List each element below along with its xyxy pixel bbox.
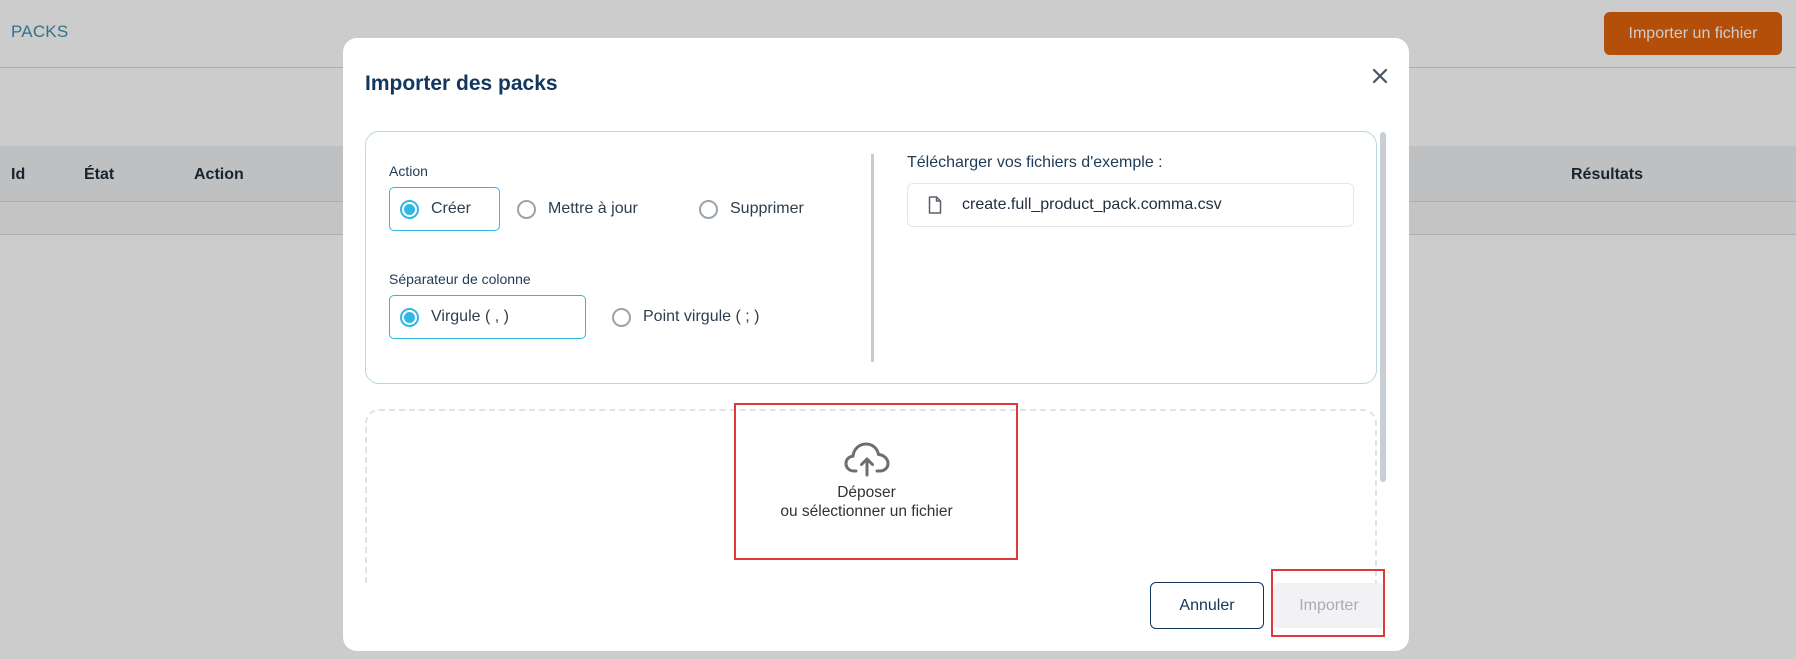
dropzone-text: Déposer ou sélectionner un fichier: [780, 483, 952, 521]
dropzone-line-1: Déposer: [837, 484, 896, 501]
import-packs-modal: Importer des packs Action Créer Mettre à…: [343, 38, 1409, 651]
radio-semicolon-label: Point virgule ( ; ): [643, 308, 760, 325]
close-button[interactable]: [1362, 58, 1398, 94]
radio-semicolon[interactable]: Point virgule ( ; ): [602, 295, 762, 339]
modal-title: Importer des packs: [365, 72, 558, 95]
cloud-upload-icon: [844, 442, 889, 477]
radio-checked-icon: [400, 307, 419, 327]
import-button[interactable]: Importer: [1273, 583, 1385, 628]
action-group-label: Action: [389, 163, 428, 179]
radio-comma[interactable]: Virgule ( , ): [389, 295, 586, 339]
file-icon: [928, 196, 942, 214]
radio-update[interactable]: Mettre à jour: [507, 187, 677, 231]
sample-file-link[interactable]: create.full_product_pack.comma.csv: [907, 183, 1354, 227]
radio-unchecked-icon: [612, 307, 631, 327]
close-icon: [1372, 68, 1388, 84]
radio-comma-label: Virgule ( , ): [431, 308, 509, 325]
radio-unchecked-icon: [699, 199, 718, 219]
modal-scrollbar-thumb[interactable]: [1380, 132, 1386, 482]
radio-create-label: Créer: [431, 200, 472, 217]
radio-unchecked-icon: [517, 199, 536, 219]
options-card: Action Créer Mettre à jour Supprimer Sép…: [365, 131, 1377, 384]
modal-body[interactable]: Action Créer Mettre à jour Supprimer Sép…: [365, 131, 1385, 587]
cancel-button[interactable]: Annuler: [1150, 582, 1264, 629]
radio-delete-label: Supprimer: [730, 200, 804, 217]
radio-update-label: Mettre à jour: [548, 200, 638, 217]
radio-delete[interactable]: Supprimer: [689, 187, 839, 231]
sample-files-label: Télécharger vos fichiers d'exemple :: [907, 154, 1163, 171]
radio-checked-icon: [400, 199, 419, 219]
sample-file-name: create.full_product_pack.comma.csv: [962, 196, 1222, 213]
dropzone-line-2: ou sélectionner un fichier: [780, 503, 953, 520]
dropzone-select-area[interactable]: Déposer ou sélectionner un fichier: [744, 411, 989, 558]
radio-create[interactable]: Créer: [389, 187, 500, 231]
separator-group-label: Séparateur de colonne: [389, 271, 531, 287]
file-dropzone[interactable]: Déposer ou sélectionner un fichier: [365, 409, 1377, 587]
vertical-divider: [871, 154, 874, 362]
